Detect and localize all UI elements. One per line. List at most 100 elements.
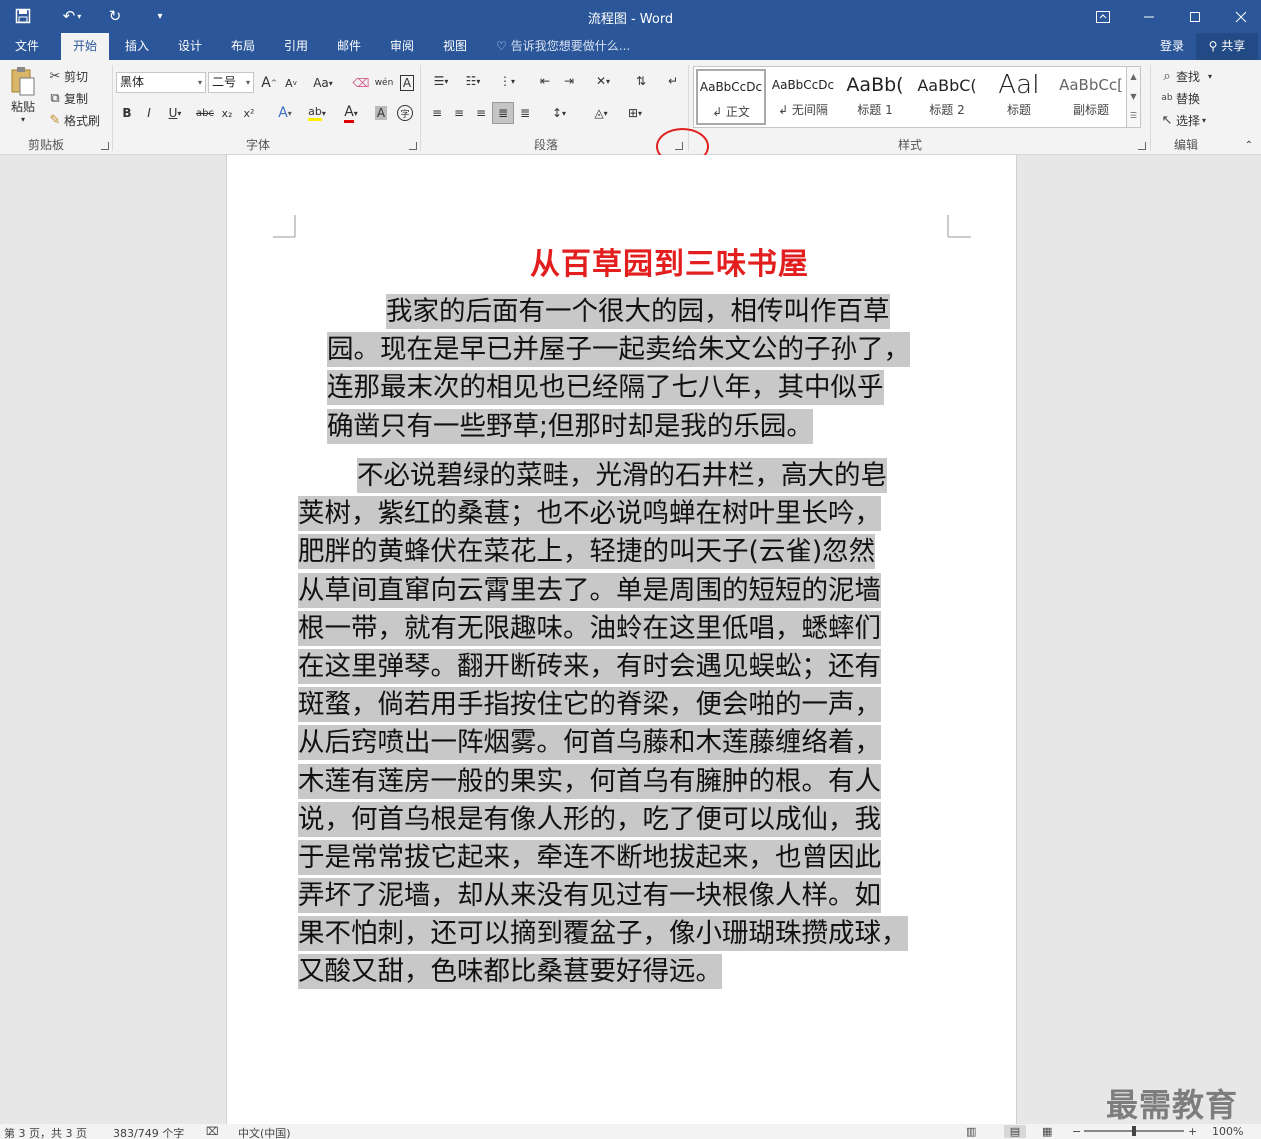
- highlight-color-button[interactable]: ab ▾: [302, 102, 332, 124]
- clear-formatting-icon[interactable]: ⌫: [350, 72, 372, 94]
- enclose-characters-button[interactable]: 字: [394, 102, 416, 124]
- tab-file[interactable]: 文件: [4, 33, 50, 60]
- copy-icon: ⧉: [50, 90, 60, 106]
- font-size-combo[interactable]: 二号 ▾: [208, 72, 254, 93]
- collapse-ribbon-icon[interactable]: ⌃: [1238, 134, 1260, 156]
- person-icon: ⚲: [1208, 39, 1218, 53]
- justify-icon[interactable]: ≣: [492, 102, 514, 124]
- word-count[interactable]: 383/749 个字: [113, 1125, 184, 1139]
- page-count[interactable]: 第 3 页，共 3 页: [4, 1125, 87, 1139]
- clipboard-dialog-launcher[interactable]: [101, 142, 109, 150]
- sign-in-link[interactable]: 登录: [1160, 33, 1184, 60]
- bold-button[interactable]: B: [116, 102, 138, 124]
- text-effects-button[interactable]: A ▾: [270, 102, 300, 124]
- tab-review[interactable]: 审阅: [379, 33, 425, 60]
- proofing-icon[interactable]: ⌧: [206, 1125, 219, 1138]
- italic-button[interactable]: I: [138, 102, 160, 124]
- superscript-button[interactable]: x²: [238, 102, 260, 124]
- decrease-indent-icon[interactable]: ⇤: [534, 70, 556, 92]
- show-marks-icon[interactable]: ↵: [662, 70, 684, 92]
- minimize-icon[interactable]: [1126, 0, 1172, 33]
- bullets-icon[interactable]: ☰ ▾: [426, 70, 456, 92]
- paragraph-line: 肥胖的黄蜂伏在菜花上，轻捷的叫天子(云雀)忽然: [298, 534, 876, 570]
- change-case-button[interactable]: Aa ▾: [308, 72, 338, 94]
- character-border-button[interactable]: A: [396, 72, 418, 94]
- sort-icon[interactable]: ⇅: [630, 70, 652, 92]
- zoom-in-icon[interactable]: +: [1188, 1125, 1197, 1138]
- style-normal[interactable]: AaBbCcDc ↲ 正文: [696, 69, 766, 125]
- styles-dialog-launcher[interactable]: [1138, 142, 1146, 150]
- shrink-font-button[interactable]: Av: [280, 72, 302, 94]
- paragraph-line: 于是常常拔它起来，牵连不断地拔起来，也曾因此: [298, 839, 881, 875]
- strikethrough-button[interactable]: abc: [194, 102, 216, 124]
- align-left-icon[interactable]: ≡: [426, 102, 448, 124]
- tab-design[interactable]: 设计: [167, 33, 213, 60]
- read-mode-icon[interactable]: ▥: [966, 1125, 976, 1138]
- document-page[interactable]: 从百草园到三味书屋 我家的后面有一个很大的园，相传叫作百草 园。现在是早已并屋子…: [226, 155, 1017, 1124]
- language-indicator[interactable]: 中文(中国): [238, 1125, 291, 1139]
- character-shading-button[interactable]: A: [370, 102, 392, 124]
- cursor-icon: ↖: [1161, 112, 1173, 128]
- multilevel-list-icon[interactable]: ⋮ ▾: [492, 70, 522, 92]
- maximize-icon[interactable]: [1172, 0, 1218, 33]
- paste-button[interactable]: 粘贴 ▾: [6, 66, 40, 132]
- grow-font-button[interactable]: A ^: [258, 72, 280, 94]
- style-no-spacing[interactable]: AaBbCcDc ↲ 无间隔: [768, 69, 838, 125]
- find-button[interactable]: ⌕ 查找 ▾: [1158, 66, 1212, 86]
- font-dialog-launcher[interactable]: [409, 142, 417, 150]
- web-layout-icon[interactable]: ▦: [1042, 1125, 1052, 1138]
- search-icon: ⌕: [1163, 68, 1171, 84]
- replace-button[interactable]: ab 替换: [1158, 88, 1200, 108]
- format-painter-button[interactable]: ✎ 格式刷: [46, 110, 100, 130]
- gallery-more-icon[interactable]: ☰: [1127, 107, 1140, 125]
- paragraph-1: 我家的后面有一个很大的园，相传叫作百草 园。现在是早已并屋子一起卖给朱文公的子孙…: [327, 293, 949, 446]
- tab-mailings[interactable]: 邮件: [326, 33, 372, 60]
- distributed-icon[interactable]: ≣: [514, 102, 536, 124]
- tab-references[interactable]: 引用: [273, 33, 319, 60]
- tab-view[interactable]: 视图: [432, 33, 478, 60]
- align-right-icon[interactable]: ≡: [470, 102, 492, 124]
- numbering-icon[interactable]: ☷ ▾: [458, 70, 488, 92]
- gallery-scroll[interactable]: ▲ ▼ ☰: [1126, 67, 1140, 127]
- shading-icon[interactable]: ◬ ▾: [586, 102, 616, 124]
- subscript-button[interactable]: x₂: [216, 102, 238, 124]
- phonetic-guide-button[interactable]: wén: [373, 72, 395, 94]
- zoom-out-icon[interactable]: −: [1072, 1125, 1081, 1138]
- style-heading-1[interactable]: AaBb( 标题 1: [840, 69, 910, 125]
- share-button[interactable]: ⚲ 共享: [1196, 33, 1258, 60]
- tab-home[interactable]: 开始: [61, 33, 109, 60]
- underline-button[interactable]: U ▾: [160, 102, 190, 124]
- lightbulb-icon: ♡: [496, 39, 507, 53]
- print-layout-icon[interactable]: ▤: [1004, 1125, 1026, 1138]
- clipboard-group-label: 剪贴板: [27, 138, 64, 152]
- zoom-slider[interactable]: [1084, 1126, 1184, 1136]
- tell-me-search[interactable]: ♡ 告诉我您想要做什么...: [496, 33, 630, 60]
- ribbon-display-options-icon[interactable]: [1080, 0, 1126, 33]
- cut-button[interactable]: ✂ 剪切: [46, 66, 88, 86]
- tab-layout[interactable]: 布局: [220, 33, 266, 60]
- paragraph-2: 不必说碧绿的菜畦，光滑的石井栏，高大的皂 荚树，紫红的桑葚；也不必说鸣蝉在树叶里…: [298, 457, 949, 992]
- paragraph-line: 木莲有莲房一般的果实，何首乌有臃肿的根。有人: [298, 763, 881, 799]
- align-center-icon[interactable]: ≡: [448, 102, 470, 124]
- style-subtitle[interactable]: AaBbCc[ 副标题: [1056, 69, 1126, 125]
- ribbon-tabs: 文件 开始 插入 设计 布局 引用 邮件 审阅 视图 ♡ 告诉我您想要做什么...…: [0, 33, 1261, 60]
- style-heading-2[interactable]: AaBbC( 标题 2: [912, 69, 982, 125]
- font-name-combo[interactable]: 黑体 ▾: [116, 72, 206, 93]
- increase-indent-icon[interactable]: ⇥: [558, 70, 580, 92]
- gallery-down-icon[interactable]: ▼: [1127, 87, 1140, 107]
- style-title[interactable]: AaI 标题: [984, 69, 1054, 125]
- line-spacing-icon[interactable]: ↕ ▾: [544, 102, 574, 124]
- borders-icon[interactable]: ⊞ ▾: [620, 102, 650, 124]
- paragraph-line: 从草间直窜向云霄里去了。单是周围的短短的泥墙: [298, 572, 881, 608]
- font-color-button[interactable]: A ▾: [336, 102, 366, 124]
- chinese-layout-icon[interactable]: ✕ ▾: [588, 70, 618, 92]
- zoom-level[interactable]: 100%: [1212, 1125, 1243, 1138]
- paragraph-line: 弄坏了泥墙，却从来没有见过有一块根像人样。如: [298, 878, 881, 914]
- zoom-slider-thumb[interactable]: [1132, 1126, 1136, 1136]
- copy-button[interactable]: ⧉ 复制: [46, 88, 88, 108]
- select-button[interactable]: ↖ 选择 ▾: [1158, 110, 1206, 130]
- close-icon[interactable]: [1218, 0, 1261, 33]
- editing-group-label: 编辑: [1173, 138, 1198, 152]
- gallery-up-icon[interactable]: ▲: [1127, 67, 1140, 87]
- tab-insert[interactable]: 插入: [114, 33, 160, 60]
